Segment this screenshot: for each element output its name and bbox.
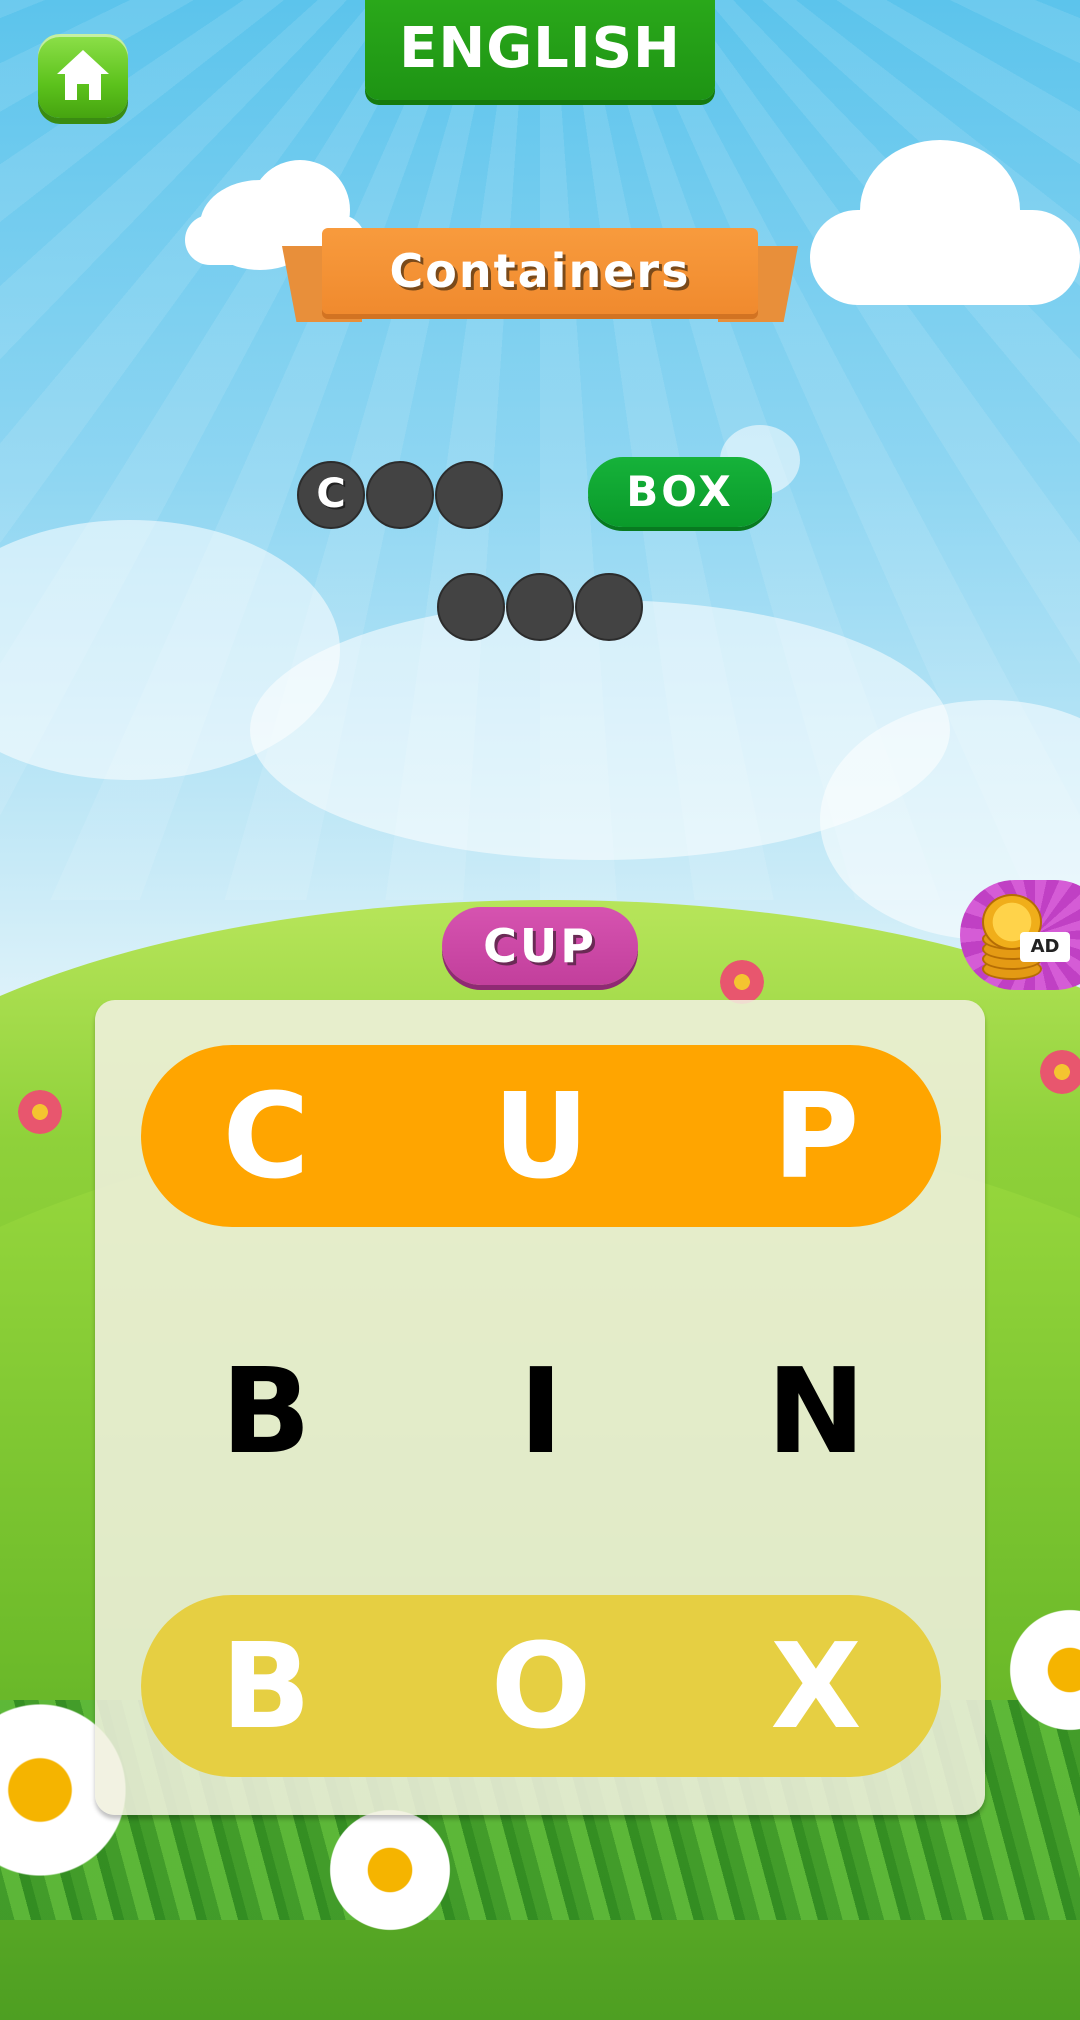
- category-title: Containers: [322, 228, 758, 314]
- daisy-decoration: [320, 1800, 460, 1940]
- letter-tile[interactable]: B: [196, 1320, 336, 1502]
- home-icon: [57, 50, 109, 100]
- board-row-found: B O X: [141, 1595, 941, 1777]
- flower-decoration: [1040, 1050, 1080, 1094]
- letter-tile[interactable]: N: [746, 1320, 886, 1502]
- letter-tile[interactable]: O: [471, 1595, 611, 1777]
- found-word-badge: BOX: [588, 457, 772, 527]
- answer-letter-slot: [435, 461, 503, 529]
- answer-letter-slot: [575, 573, 643, 641]
- home-button[interactable]: [38, 34, 128, 118]
- answer-letter-slot: [506, 573, 574, 641]
- letter-tile[interactable]: B: [196, 1595, 336, 1777]
- letter-grid-board: C U P B I N B O X: [95, 1000, 985, 1815]
- letter-tile[interactable]: P: [746, 1045, 886, 1227]
- current-word-display: CUP: [442, 907, 638, 985]
- answer-letter-slot: [366, 461, 434, 529]
- letter-tile[interactable]: U: [471, 1045, 611, 1227]
- letter-tile[interactable]: C: [196, 1045, 336, 1227]
- letter-tile[interactable]: X: [746, 1595, 886, 1777]
- answer-letter-slot: C: [297, 461, 365, 529]
- watch-ad-coins-button[interactable]: AD: [960, 880, 1080, 990]
- answer-letter-slot: [437, 573, 505, 641]
- letter-tile[interactable]: I: [471, 1320, 611, 1502]
- language-button[interactable]: ENGLISH: [365, 0, 715, 100]
- board-row-found: C U P: [141, 1045, 941, 1227]
- flower-decoration: [720, 960, 764, 1004]
- ad-label: AD: [1020, 932, 1070, 962]
- flower-decoration: [18, 1090, 62, 1134]
- board-row: B I N: [141, 1320, 941, 1502]
